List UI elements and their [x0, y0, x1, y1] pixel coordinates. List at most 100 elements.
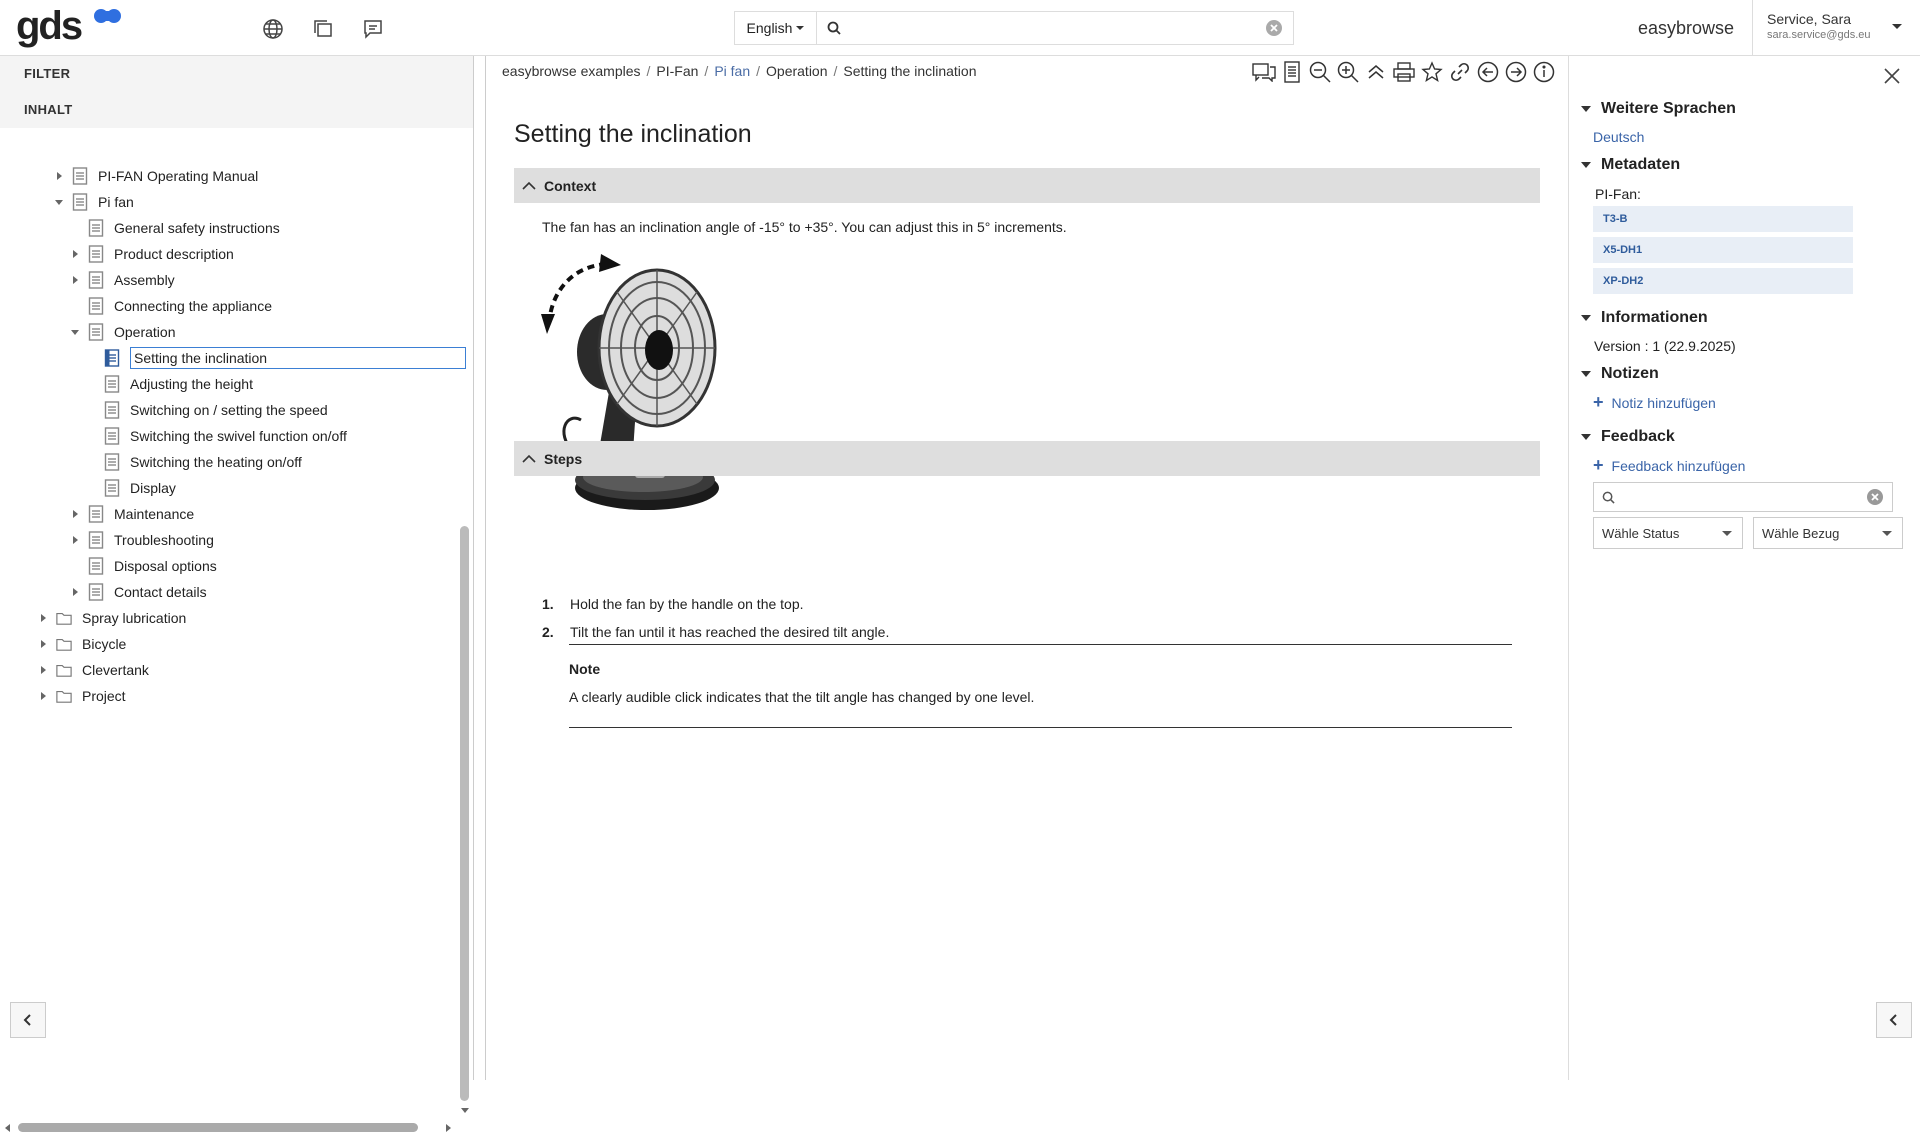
collapsed-arrow-icon[interactable] [36, 640, 50, 648]
document-list-icon[interactable] [1280, 60, 1304, 84]
tree-node[interactable]: General safety instructions [68, 214, 280, 242]
zoom-out-icon[interactable] [1308, 60, 1332, 84]
metadata-section-header[interactable]: Metadaten [1581, 156, 1680, 174]
tree-node-label: Troubleshooting [114, 532, 214, 548]
context-text: The fan has an inclination angle of -15°… [542, 219, 1067, 235]
add-note-link[interactable]: + Notiz hinzufügen [1593, 392, 1716, 413]
tree-node[interactable]: Adjusting the height [84, 370, 253, 398]
windows-icon[interactable] [310, 16, 336, 42]
collapsed-arrow-icon[interactable] [68, 588, 82, 596]
scroll-left-icon[interactable] [5, 1124, 10, 1132]
language-select[interactable]: English [734, 11, 816, 45]
tree-node[interactable]: Display [84, 474, 176, 502]
vertical-scrollbar[interactable] [460, 526, 469, 1101]
add-feedback-link[interactable]: + Feedback hinzufügen [1593, 455, 1745, 476]
tree-node[interactable]: Switching the swivel function on/off [84, 422, 347, 450]
user-menu[interactable]: Service, Sara sara.service@gds.eu [1752, 0, 1920, 56]
feedback-section-header[interactable]: Feedback [1581, 428, 1675, 446]
feedback-search-input[interactable] [1621, 489, 1866, 505]
document-icon [72, 193, 88, 211]
steps-section-header[interactable]: Steps [514, 441, 1540, 476]
collapsed-arrow-icon[interactable] [68, 276, 82, 284]
tree-node[interactable]: Setting the inclination [84, 344, 466, 372]
comments-icon[interactable] [1252, 60, 1276, 84]
horizontal-scrollbar[interactable] [18, 1123, 418, 1132]
tree-node[interactable]: Spray lubrication [36, 604, 186, 632]
status-select[interactable]: Wähle Status [1593, 517, 1743, 549]
tree-node-label: Switching on / setting the speed [130, 402, 328, 418]
user-email: sara.service@gds.eu [1767, 29, 1871, 41]
collapse-up-icon[interactable] [1364, 60, 1388, 84]
collapsed-arrow-icon[interactable] [36, 614, 50, 622]
reference-select[interactable]: Wähle Bezug [1753, 517, 1903, 549]
close-icon[interactable] [1882, 66, 1902, 86]
tree-node[interactable]: Troubleshooting [68, 526, 214, 554]
caret-down-icon [1581, 371, 1591, 377]
breadcrumb-item[interactable]: Pi fan [714, 63, 750, 79]
tree-node[interactable]: Project [36, 682, 126, 710]
tree-node[interactable]: Bicycle [36, 630, 126, 658]
collapsed-arrow-icon[interactable] [52, 172, 66, 180]
info-icon[interactable] [1532, 60, 1556, 84]
breadcrumb-item[interactable]: Operation [766, 63, 827, 79]
search-icon [1602, 491, 1615, 504]
scroll-down-icon[interactable] [461, 1108, 469, 1113]
tree-node[interactable]: PI-FAN Operating Manual [52, 162, 258, 190]
chevron-down-icon [796, 26, 805, 30]
tree-node[interactable]: Pi fan [52, 188, 134, 216]
expanded-arrow-icon[interactable] [52, 199, 66, 205]
languages-section-header[interactable]: Weitere Sprachen [1581, 100, 1736, 118]
tree-node[interactable]: Switching on / setting the speed [84, 396, 328, 424]
metadata-tag[interactable]: X5-DH1 [1593, 237, 1853, 263]
filter-tab[interactable]: FILTER [24, 56, 473, 92]
breadcrumb-item[interactable]: PI-Fan [656, 63, 698, 79]
expanded-arrow-icon[interactable] [68, 329, 82, 335]
zoom-in-icon[interactable] [1336, 60, 1360, 84]
document-icon [88, 583, 104, 601]
context-section-header[interactable]: Context [514, 168, 1540, 203]
dropdown-arrow-icon [1882, 531, 1892, 536]
collapse-right-panel-button[interactable] [1876, 1002, 1912, 1038]
tree-node[interactable]: Product description [68, 240, 234, 268]
panel-splitter[interactable] [478, 56, 486, 1080]
tree-node[interactable]: Clevertank [36, 656, 149, 684]
tree-node[interactable]: Disposal options [68, 552, 217, 580]
note-box: Note A clearly audible click indicates t… [569, 644, 1512, 728]
tree-node[interactable]: Operation [68, 318, 175, 346]
content-tab[interactable]: INHALT [24, 92, 473, 128]
scroll-right-icon[interactable] [446, 1124, 451, 1132]
collapsed-arrow-icon[interactable] [68, 250, 82, 258]
clear-search-icon[interactable] [1265, 19, 1283, 37]
collapsed-arrow-icon[interactable] [68, 536, 82, 544]
globe-icon[interactable] [260, 16, 286, 42]
tree-node[interactable]: Maintenance [68, 500, 194, 528]
notes-section-header[interactable]: Notizen [1581, 365, 1659, 383]
clear-search-icon[interactable] [1866, 488, 1884, 506]
metadata-tag[interactable]: XP-DH2 [1593, 268, 1853, 294]
previous-icon[interactable] [1476, 60, 1500, 84]
document-icon [104, 479, 120, 497]
gds-logo[interactable]: gds [16, 4, 83, 49]
link-icon[interactable] [1448, 60, 1472, 84]
next-icon[interactable] [1504, 60, 1528, 84]
collapsed-arrow-icon[interactable] [68, 510, 82, 518]
language-link-deutsch[interactable]: Deutsch [1593, 129, 1644, 145]
collapsed-arrow-icon[interactable] [36, 666, 50, 674]
breadcrumb-item[interactable]: easybrowse examples [502, 63, 641, 79]
collapse-left-panel-button[interactable] [10, 1002, 46, 1038]
collapsed-arrow-icon[interactable] [36, 692, 50, 700]
tree-node[interactable]: Assembly [68, 266, 175, 294]
tree-node[interactable]: Connecting the appliance [68, 292, 272, 320]
metadata-heading: Metadaten [1601, 156, 1681, 173]
print-icon[interactable] [1392, 60, 1416, 84]
comment-icon[interactable] [360, 16, 386, 42]
search-input[interactable] [849, 14, 1265, 42]
tree-node-label: Display [130, 480, 176, 496]
note-title: Note [569, 661, 601, 677]
metadata-tag[interactable]: T3-B [1593, 206, 1853, 232]
favorite-star-icon[interactable] [1420, 60, 1444, 84]
info-section-header[interactable]: Informationen [1581, 309, 1708, 327]
tree-node[interactable]: Contact details [68, 578, 207, 606]
caret-down-icon [1581, 315, 1591, 321]
tree-node[interactable]: Switching the heating on/off [84, 448, 302, 476]
